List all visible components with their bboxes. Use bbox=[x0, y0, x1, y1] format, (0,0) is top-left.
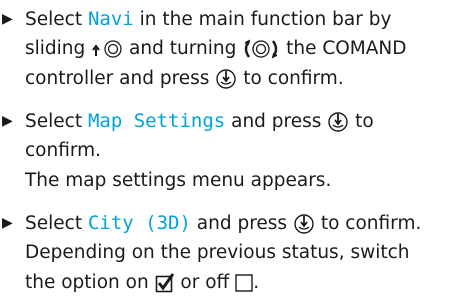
step-1-line-3: controller and press to confirm. bbox=[25, 68, 344, 90]
press-controller-icon bbox=[215, 68, 237, 90]
step-bullet-icon: ▶ bbox=[2, 113, 13, 129]
slide-up-controller-icon bbox=[91, 40, 123, 58]
step-1-line-2: sliding and turning the COMAND bbox=[25, 38, 407, 59]
step-3-line-2: Depending on the previous status, switch bbox=[25, 242, 410, 263]
step-bullet-icon: ▶ bbox=[2, 215, 13, 231]
menu-item-navi: Navi bbox=[87, 8, 134, 30]
menu-item-city-3d: City (3D) bbox=[87, 212, 191, 234]
step-3-line-3: the option on or off . bbox=[25, 272, 260, 293]
step-bullet-icon: ▶ bbox=[2, 11, 13, 27]
turn-controller-icon bbox=[242, 39, 280, 59]
step-2-line-1: Select Map Settings and press to bbox=[25, 110, 374, 133]
press-controller-icon bbox=[293, 213, 315, 235]
press-controller-icon bbox=[327, 111, 349, 133]
menu-item-map-settings: Map Settings bbox=[87, 110, 226, 132]
step-2-line-2: confirm. bbox=[25, 140, 102, 161]
step-3-line-1: Select City (3D) and press to confirm. bbox=[25, 212, 422, 235]
checkbox-empty-icon bbox=[235, 274, 253, 292]
step-2-result: The map settings menu appears. bbox=[25, 170, 332, 191]
step-1-line-1: Select Navi in the main function bar by bbox=[25, 8, 392, 30]
checkbox-checked-icon bbox=[155, 273, 175, 293]
